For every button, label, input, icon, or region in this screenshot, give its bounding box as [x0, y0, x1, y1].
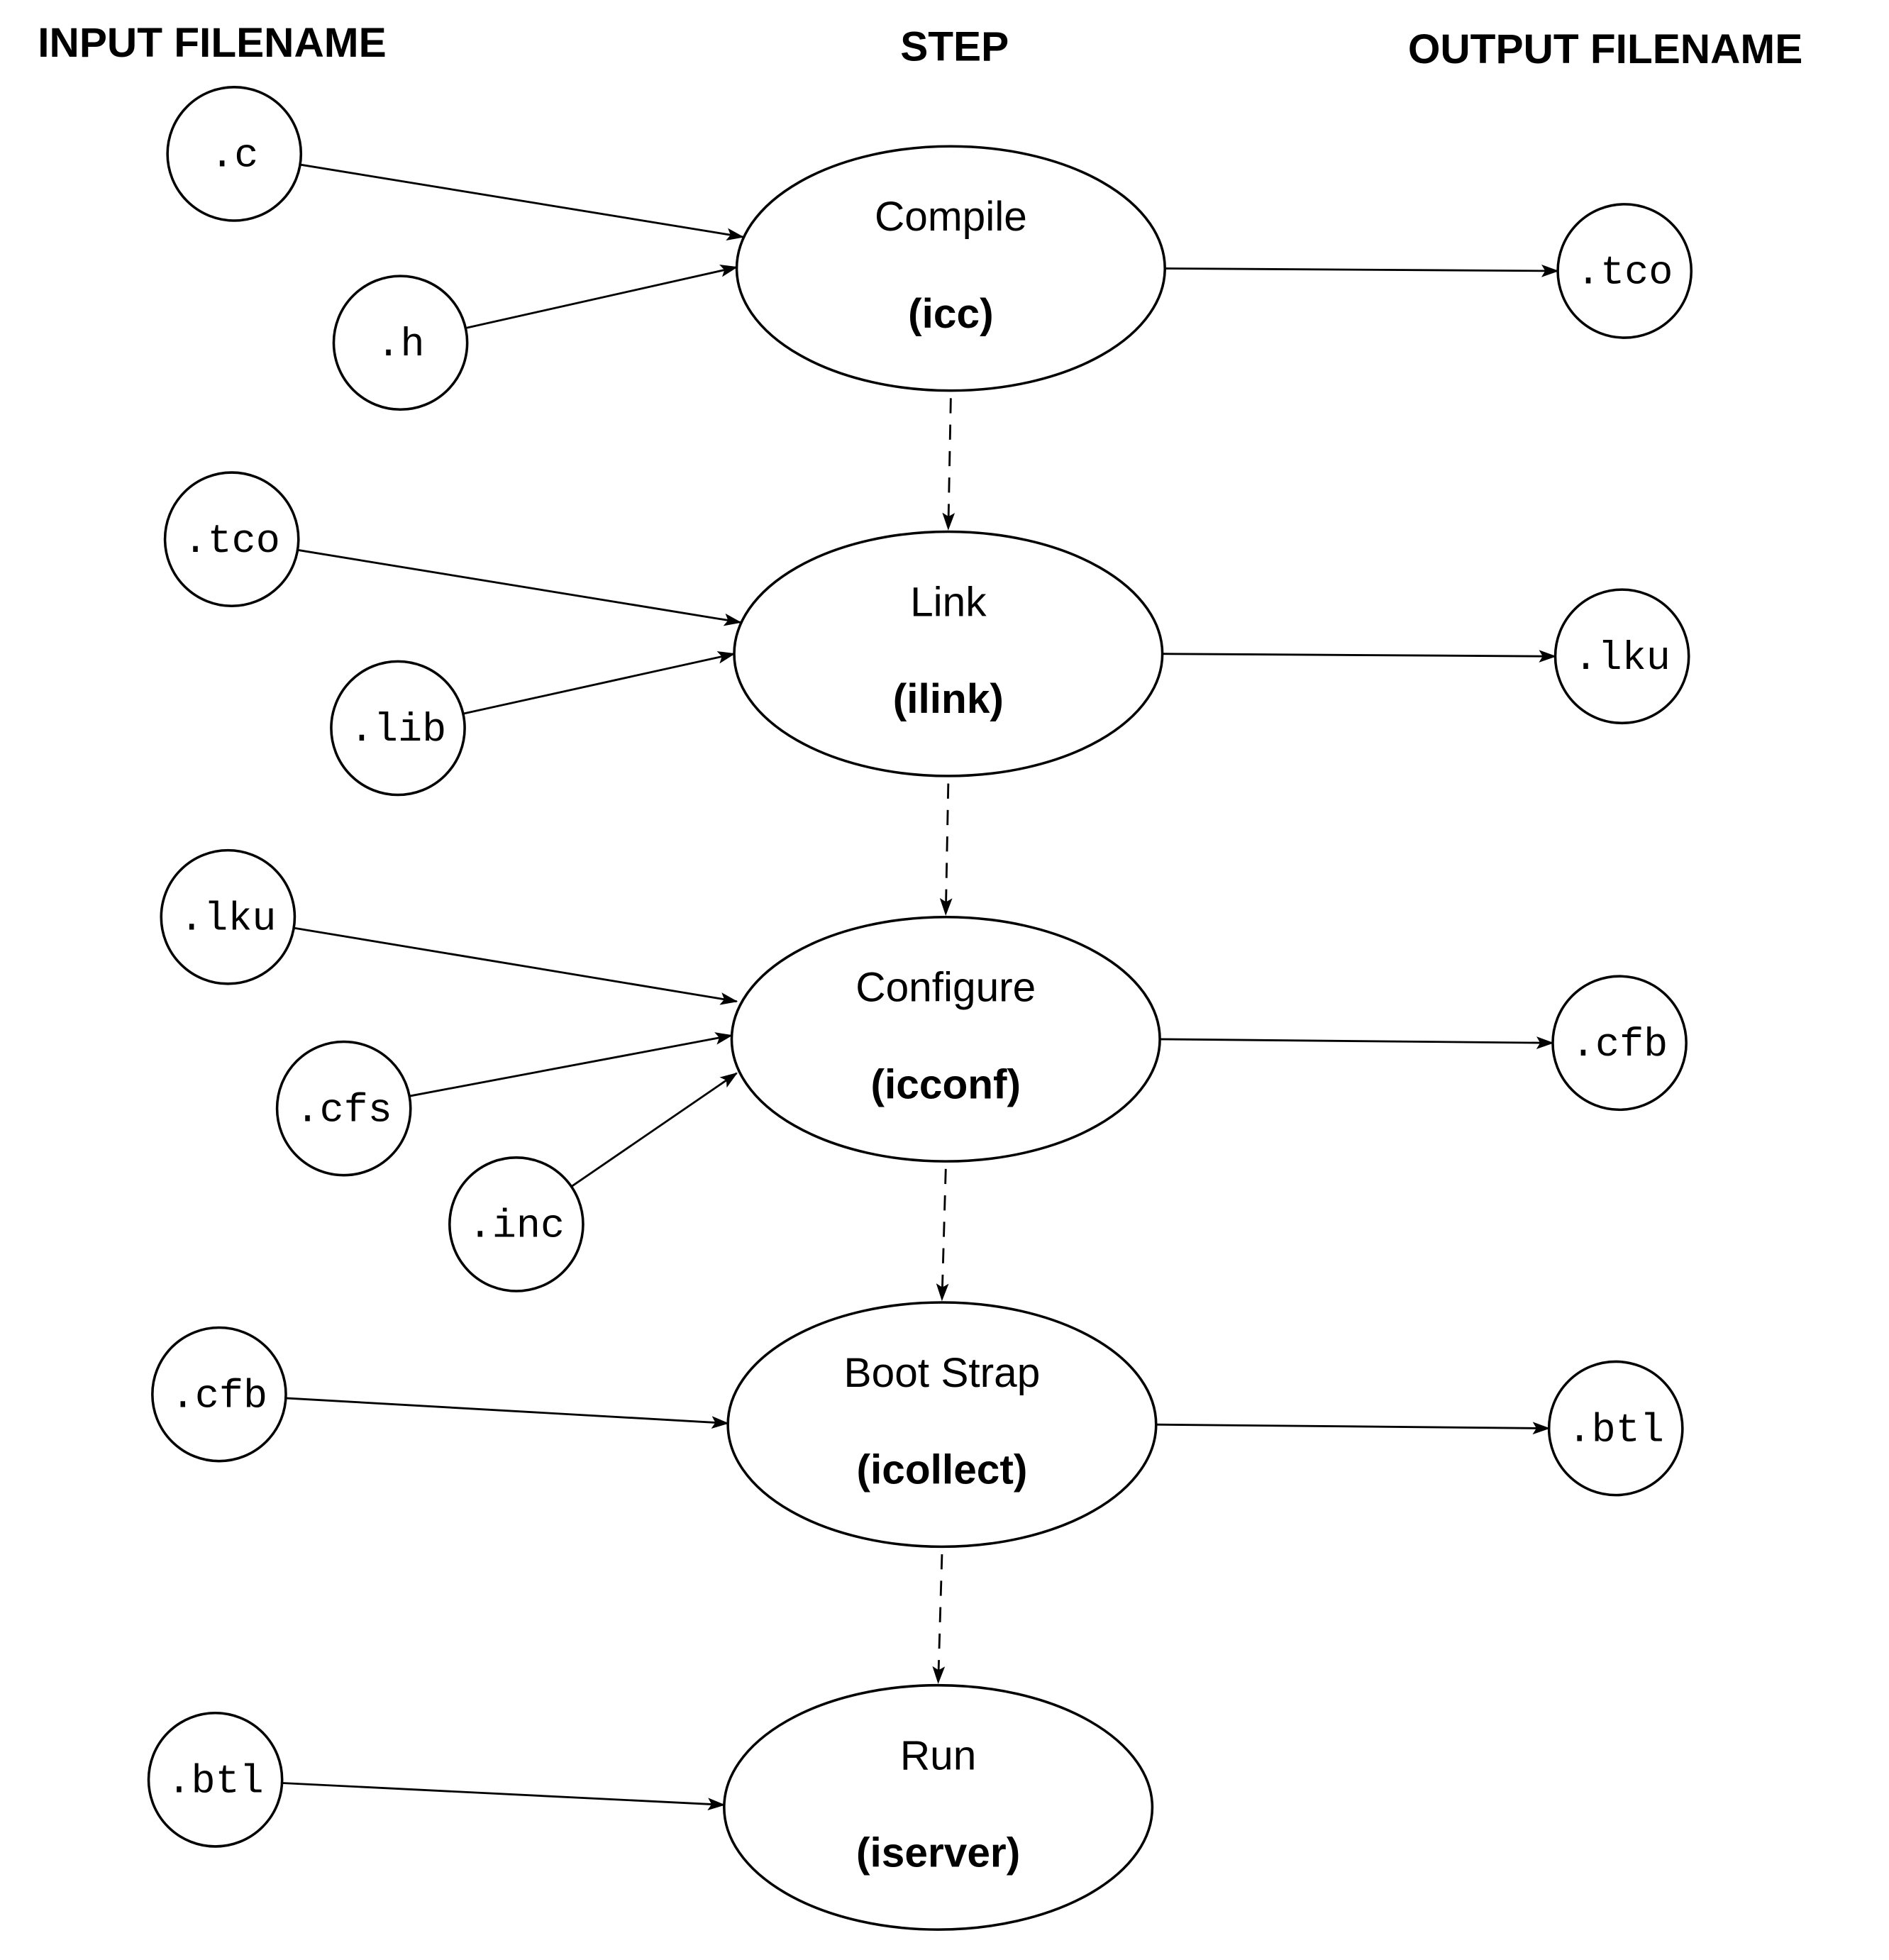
step-tool: (icollect) [857, 1447, 1028, 1493]
step-name: Run [900, 1733, 976, 1779]
file-extension-label: .lku [1573, 636, 1670, 682]
input-arrow [282, 1782, 726, 1811]
input-file-node: .inc [448, 1156, 585, 1292]
file-extension-label: .h [376, 323, 424, 368]
file-extension-label: .c [210, 134, 258, 179]
step-name: Compile [875, 194, 1027, 240]
output-arrow [1165, 264, 1559, 277]
step-node-boot-strap: Boot Strap (icollect) [726, 1301, 1158, 1549]
header-input-filename: INPUT FILENAME [38, 20, 386, 66]
step-tool: (iserver) [856, 1829, 1020, 1876]
file-extension-label: .tco [183, 519, 279, 565]
file-extension-label: .btl [1568, 1408, 1664, 1454]
input-arrow [299, 163, 745, 241]
step-tool: (icc) [908, 291, 993, 337]
input-arrow [465, 265, 738, 329]
header-output-filename: OUTPUT FILENAME [1408, 26, 1802, 72]
output-file-node: .lku [1553, 588, 1690, 725]
sequence-dashed-arrow [936, 1168, 949, 1302]
step-tool: (ilink) [893, 676, 1004, 722]
build-flow-diagram: INPUT FILENAME STEP OUTPUT FILENAME Comp… [38, 20, 1802, 1931]
input-arrow [293, 926, 738, 1005]
sequence-dashed-arrow [942, 398, 955, 531]
output-file-node: .tco [1556, 203, 1693, 339]
input-file-node: .tco [163, 471, 300, 608]
output-arrow [1160, 1036, 1554, 1049]
sequence-dashed-arrow [939, 783, 953, 916]
output-file-node: .btl [1547, 1360, 1684, 1497]
input-file-node: .c [166, 86, 303, 222]
input-arrow [285, 1397, 729, 1429]
step-name: Boot Strap [844, 1350, 1041, 1396]
input-arrow [409, 1032, 733, 1097]
output-arrow [1162, 650, 1557, 663]
output-arrow [1156, 1422, 1551, 1435]
input-file-node: .btl [147, 1711, 284, 1848]
file-extension-label: .inc [468, 1205, 565, 1250]
input-file-node: .lku [160, 848, 297, 985]
input-arrow [297, 548, 742, 626]
file-extension-label: .cfb [1571, 1023, 1668, 1068]
file-extension-label: .cfs [295, 1088, 392, 1134]
file-extension-label: .btl [167, 1760, 263, 1805]
file-extension-label: .lku [179, 897, 276, 942]
step-node-compile: Compile (icc) [735, 145, 1166, 392]
step-tool: (icconf) [871, 1061, 1021, 1107]
header-step: STEP [900, 24, 1009, 70]
step-node-link: Link (ilink) [733, 530, 1164, 777]
input-arrow [462, 651, 736, 715]
input-file-node: .h [332, 275, 469, 411]
input-arrow [570, 1072, 738, 1187]
step-node-run: Run (iserver) [723, 1683, 1154, 1931]
file-extension-label: .tco [1576, 251, 1673, 297]
step-name: Link [910, 579, 987, 625]
step-name: Configure [855, 965, 1036, 1011]
sequence-dashed-arrow [932, 1554, 946, 1684]
input-file-node: .lib [330, 660, 466, 797]
input-file-node: .cfb [151, 1326, 287, 1463]
output-file-node: .cfb [1551, 975, 1688, 1112]
step-node-configure: Configure (icconf) [730, 915, 1161, 1163]
input-file-node: .cfs [275, 1040, 412, 1177]
file-extension-label: .cfb [171, 1374, 267, 1419]
file-extension-label: .lib [350, 708, 446, 753]
